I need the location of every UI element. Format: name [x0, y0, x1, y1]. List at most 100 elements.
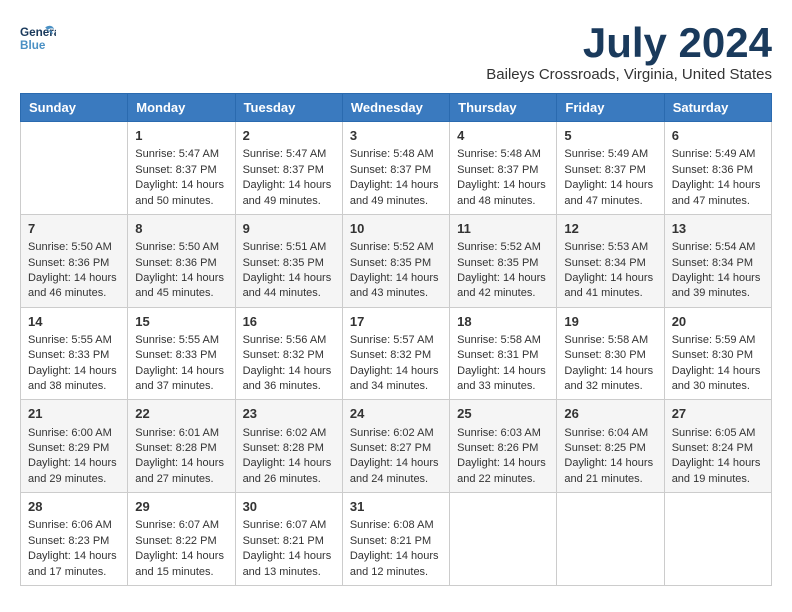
day-number: 25	[457, 405, 549, 423]
daylight-text: Daylight: 14 hours and 34 minutes.	[350, 364, 442, 395]
sunrise-text: Sunrise: 5:52 AM	[350, 240, 442, 255]
sunrise-text: Sunrise: 6:03 AM	[457, 426, 549, 441]
sunset-text: Sunset: 8:35 PM	[457, 256, 549, 271]
calendar-cell: 10Sunrise: 5:52 AMSunset: 8:35 PMDayligh…	[342, 214, 449, 307]
cell-content: 11 Sunrise: 5:52 AMSunset: 8:35 PMDayligh…	[457, 220, 549, 302]
daylight-text: Daylight: 14 hours and 48 minutes.	[457, 178, 549, 209]
daylight-text: Daylight: 14 hours and 17 minutes.	[28, 549, 120, 580]
sunrise-text: Sunrise: 5:58 AM	[457, 333, 549, 348]
sunrise-text: Sunrise: 6:00 AM	[28, 426, 120, 441]
daylight-text: Daylight: 14 hours and 15 minutes.	[135, 549, 227, 580]
weekday-header-monday: Monday	[128, 94, 235, 122]
calendar-cell: 28Sunrise: 6:06 AMSunset: 8:23 PMDayligh…	[21, 493, 128, 586]
daylight-text: Daylight: 14 hours and 30 minutes.	[672, 364, 764, 395]
day-number: 11	[457, 220, 549, 238]
sunrise-text: Sunrise: 5:47 AM	[135, 147, 227, 162]
sunset-text: Sunset: 8:35 PM	[243, 256, 335, 271]
daylight-text: Daylight: 14 hours and 26 minutes.	[243, 456, 335, 487]
cell-content: 12Sunrise: 5:53 AMSunset: 8:34 PMDayligh…	[564, 220, 656, 302]
daylight-text: Daylight: 14 hours and 22 minutes.	[457, 456, 549, 487]
sunset-text: Sunset: 8:29 PM	[28, 441, 120, 456]
day-number: 1	[135, 127, 227, 145]
cell-content: 18Sunrise: 5:58 AMSunset: 8:31 PMDayligh…	[457, 313, 549, 395]
sunrise-text: Sunrise: 5:57 AM	[350, 333, 442, 348]
calendar-week-row: 1Sunrise: 5:47 AMSunset: 8:37 PMDaylight…	[21, 122, 772, 215]
sunset-text: Sunset: 8:34 PM	[564, 256, 656, 271]
day-number: 23	[243, 405, 335, 423]
cell-content: 19Sunrise: 5:58 AMSunset: 8:30 PMDayligh…	[564, 313, 656, 395]
sunset-text: Sunset: 8:36 PM	[28, 256, 120, 271]
cell-content: 23Sunrise: 6:02 AMSunset: 8:28 PMDayligh…	[243, 405, 335, 487]
weekday-header-sunday: Sunday	[21, 94, 128, 122]
daylight-text: Daylight: 14 hours and 46 minutes.	[28, 271, 120, 302]
sunset-text: Sunset: 8:25 PM	[564, 441, 656, 456]
calendar-cell: 19Sunrise: 5:58 AMSunset: 8:30 PMDayligh…	[557, 307, 664, 400]
calendar-week-row: 14Sunrise: 5:55 AMSunset: 8:33 PMDayligh…	[21, 307, 772, 400]
daylight-text: Daylight: 14 hours and 45 minutes.	[135, 271, 227, 302]
sunrise-text: Sunrise: 5:49 AM	[564, 147, 656, 162]
page-header: General Blue July 2024 Baileys Crossroad…	[20, 20, 772, 83]
sunset-text: Sunset: 8:31 PM	[457, 348, 549, 363]
calendar-table: SundayMondayTuesdayWednesdayThursdayFrid…	[20, 93, 772, 586]
sunrise-text: Sunrise: 6:07 AM	[243, 518, 335, 533]
sunset-text: Sunset: 8:37 PM	[243, 163, 335, 178]
daylight-text: Daylight: 14 hours and 41 minutes.	[564, 271, 656, 302]
calendar-cell: 2Sunrise: 5:47 AMSunset: 8:37 PMDaylight…	[235, 122, 342, 215]
sunrise-text: Sunrise: 6:05 AM	[672, 426, 764, 441]
calendar-cell: 9Sunrise: 5:51 AMSunset: 8:35 PMDaylight…	[235, 214, 342, 307]
daylight-text: Daylight: 14 hours and 42 minutes.	[457, 271, 549, 302]
day-number: 18	[457, 313, 549, 331]
daylight-text: Daylight: 14 hours and 37 minutes.	[135, 364, 227, 395]
cell-content: 6Sunrise: 5:49 AMSunset: 8:36 PMDaylight…	[672, 127, 764, 209]
sunset-text: Sunset: 8:37 PM	[564, 163, 656, 178]
calendar-cell: 21Sunrise: 6:00 AMSunset: 8:29 PMDayligh…	[21, 400, 128, 493]
day-number: 6	[672, 127, 764, 145]
sunrise-text: Sunrise: 5:55 AM	[135, 333, 227, 348]
calendar-cell: 12Sunrise: 5:53 AMSunset: 8:34 PMDayligh…	[557, 214, 664, 307]
cell-content: 20Sunrise: 5:59 AMSunset: 8:30 PMDayligh…	[672, 313, 764, 395]
cell-content: 14Sunrise: 5:55 AMSunset: 8:33 PMDayligh…	[28, 313, 120, 395]
weekday-header-wednesday: Wednesday	[342, 94, 449, 122]
sunrise-text: Sunrise: 6:02 AM	[350, 426, 442, 441]
day-number: 14	[28, 313, 120, 331]
day-number: 20	[672, 313, 764, 331]
cell-content: 25Sunrise: 6:03 AMSunset: 8:26 PMDayligh…	[457, 405, 549, 487]
sunset-text: Sunset: 8:24 PM	[672, 441, 764, 456]
day-number: 17	[350, 313, 442, 331]
sunrise-text: Sunrise: 6:06 AM	[28, 518, 120, 533]
sunset-text: Sunset: 8:32 PM	[350, 348, 442, 363]
cell-content: 30Sunrise: 6:07 AMSunset: 8:21 PMDayligh…	[243, 498, 335, 580]
sunrise-text: Sunrise: 5:47 AM	[243, 147, 335, 162]
daylight-text: Daylight: 14 hours and 27 minutes.	[135, 456, 227, 487]
sunrise-text: Sunrise: 5:56 AM	[243, 333, 335, 348]
logo-icon: General Blue	[20, 20, 56, 56]
sunrise-text: Sunrise: 5:49 AM	[672, 147, 764, 162]
month-title: July 2024	[486, 20, 772, 66]
weekday-header-row: SundayMondayTuesdayWednesdayThursdayFrid…	[21, 94, 772, 122]
daylight-text: Daylight: 14 hours and 29 minutes.	[28, 456, 120, 487]
cell-content: 28Sunrise: 6:06 AMSunset: 8:23 PMDayligh…	[28, 498, 120, 580]
sunset-text: Sunset: 8:23 PM	[28, 534, 120, 549]
daylight-text: Daylight: 14 hours and 24 minutes.	[350, 456, 442, 487]
day-number: 15	[135, 313, 227, 331]
sunrise-text: Sunrise: 5:52 AM	[457, 240, 549, 255]
day-number: 4	[457, 127, 549, 145]
calendar-cell: 6Sunrise: 5:49 AMSunset: 8:36 PMDaylight…	[664, 122, 771, 215]
sunset-text: Sunset: 8:30 PM	[564, 348, 656, 363]
calendar-cell: 20Sunrise: 5:59 AMSunset: 8:30 PMDayligh…	[664, 307, 771, 400]
calendar-cell: 5Sunrise: 5:49 AMSunset: 8:37 PMDaylight…	[557, 122, 664, 215]
calendar-cell	[664, 493, 771, 586]
calendar-cell: 30Sunrise: 6:07 AMSunset: 8:21 PMDayligh…	[235, 493, 342, 586]
cell-content: 16Sunrise: 5:56 AMSunset: 8:32 PMDayligh…	[243, 313, 335, 395]
sunset-text: Sunset: 8:37 PM	[135, 163, 227, 178]
daylight-text: Daylight: 14 hours and 36 minutes.	[243, 364, 335, 395]
sunrise-text: Sunrise: 5:48 AM	[350, 147, 442, 162]
calendar-cell: 14Sunrise: 5:55 AMSunset: 8:33 PMDayligh…	[21, 307, 128, 400]
cell-content: 27Sunrise: 6:05 AMSunset: 8:24 PMDayligh…	[672, 405, 764, 487]
calendar-cell: 18Sunrise: 5:58 AMSunset: 8:31 PMDayligh…	[450, 307, 557, 400]
day-number: 2	[243, 127, 335, 145]
day-number: 26	[564, 405, 656, 423]
calendar-cell	[557, 493, 664, 586]
daylight-text: Daylight: 14 hours and 19 minutes.	[672, 456, 764, 487]
calendar-cell	[21, 122, 128, 215]
